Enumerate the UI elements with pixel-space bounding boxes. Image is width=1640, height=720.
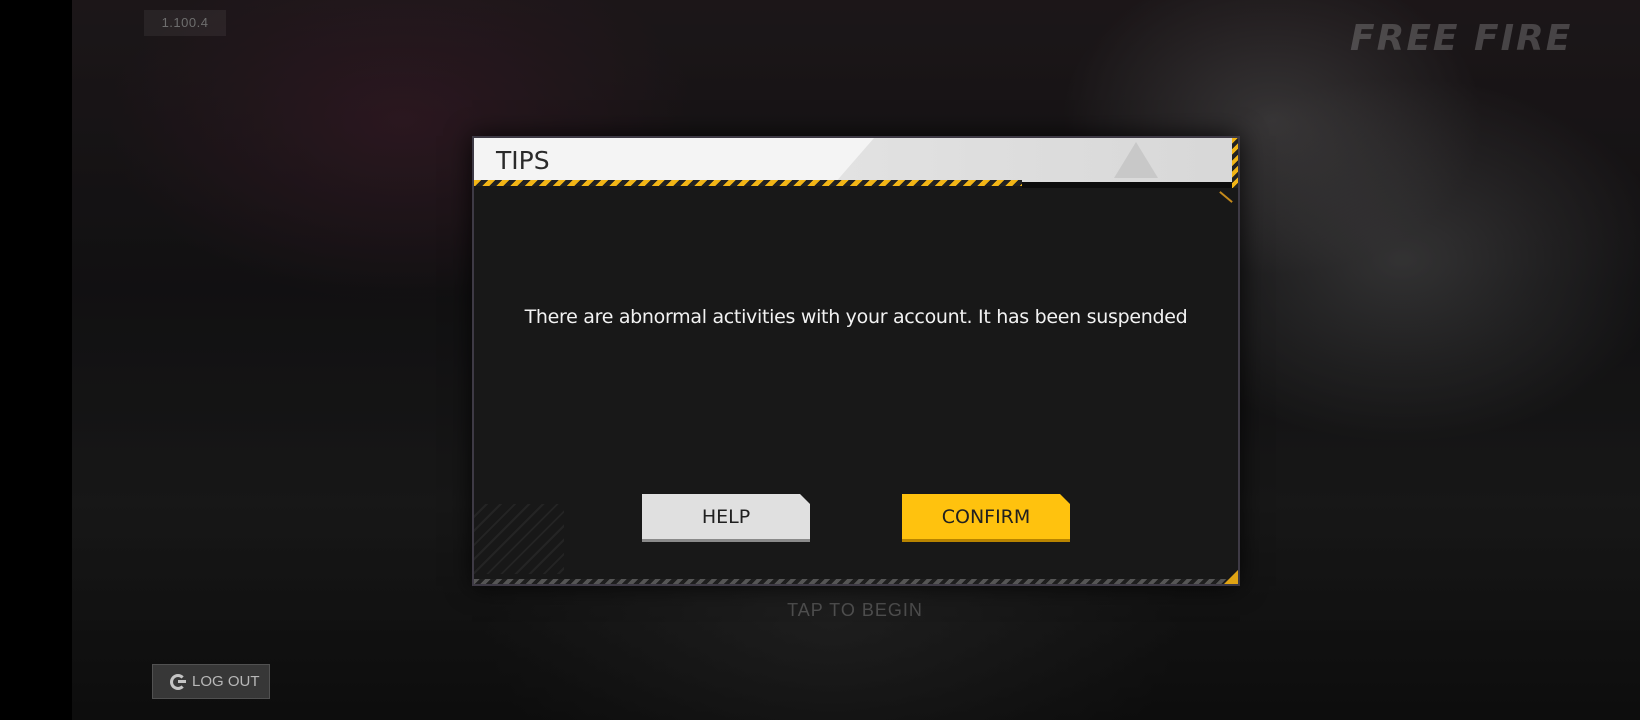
free-fire-logo: FREE FIRE bbox=[1350, 18, 1573, 59]
help-button[interactable]: HELP bbox=[642, 494, 810, 542]
header-triangle-decoration bbox=[1114, 142, 1158, 178]
header-dark-strip bbox=[1022, 182, 1238, 188]
tips-dialog: TIPS There are abnormal activities with … bbox=[472, 136, 1240, 586]
header-decoration bbox=[834, 138, 1238, 184]
version-label: 1.100.4 bbox=[144, 10, 226, 36]
confirm-button[interactable]: CONFIRM bbox=[902, 494, 1070, 542]
diagonal-line-decoration bbox=[474, 504, 564, 574]
left-black-bar bbox=[0, 0, 72, 720]
dialog-message: There are abnormal activities with your … bbox=[524, 306, 1188, 328]
logout-button[interactable]: LOG OUT bbox=[152, 664, 270, 699]
google-g-icon bbox=[170, 673, 186, 690]
dialog-title: TIPS bbox=[496, 146, 550, 175]
dialog-header: TIPS bbox=[474, 138, 1238, 184]
corner-accent-mark bbox=[1219, 191, 1233, 203]
bottom-corner-accent bbox=[1224, 570, 1238, 584]
tap-to-begin-text: TAP TO BEGIN bbox=[787, 600, 923, 620]
bottom-stripe bbox=[474, 579, 1238, 584]
corner-hazard-stripe bbox=[1232, 138, 1238, 188]
hazard-stripe bbox=[474, 180, 1022, 186]
logout-label: LOG OUT bbox=[192, 673, 260, 690]
